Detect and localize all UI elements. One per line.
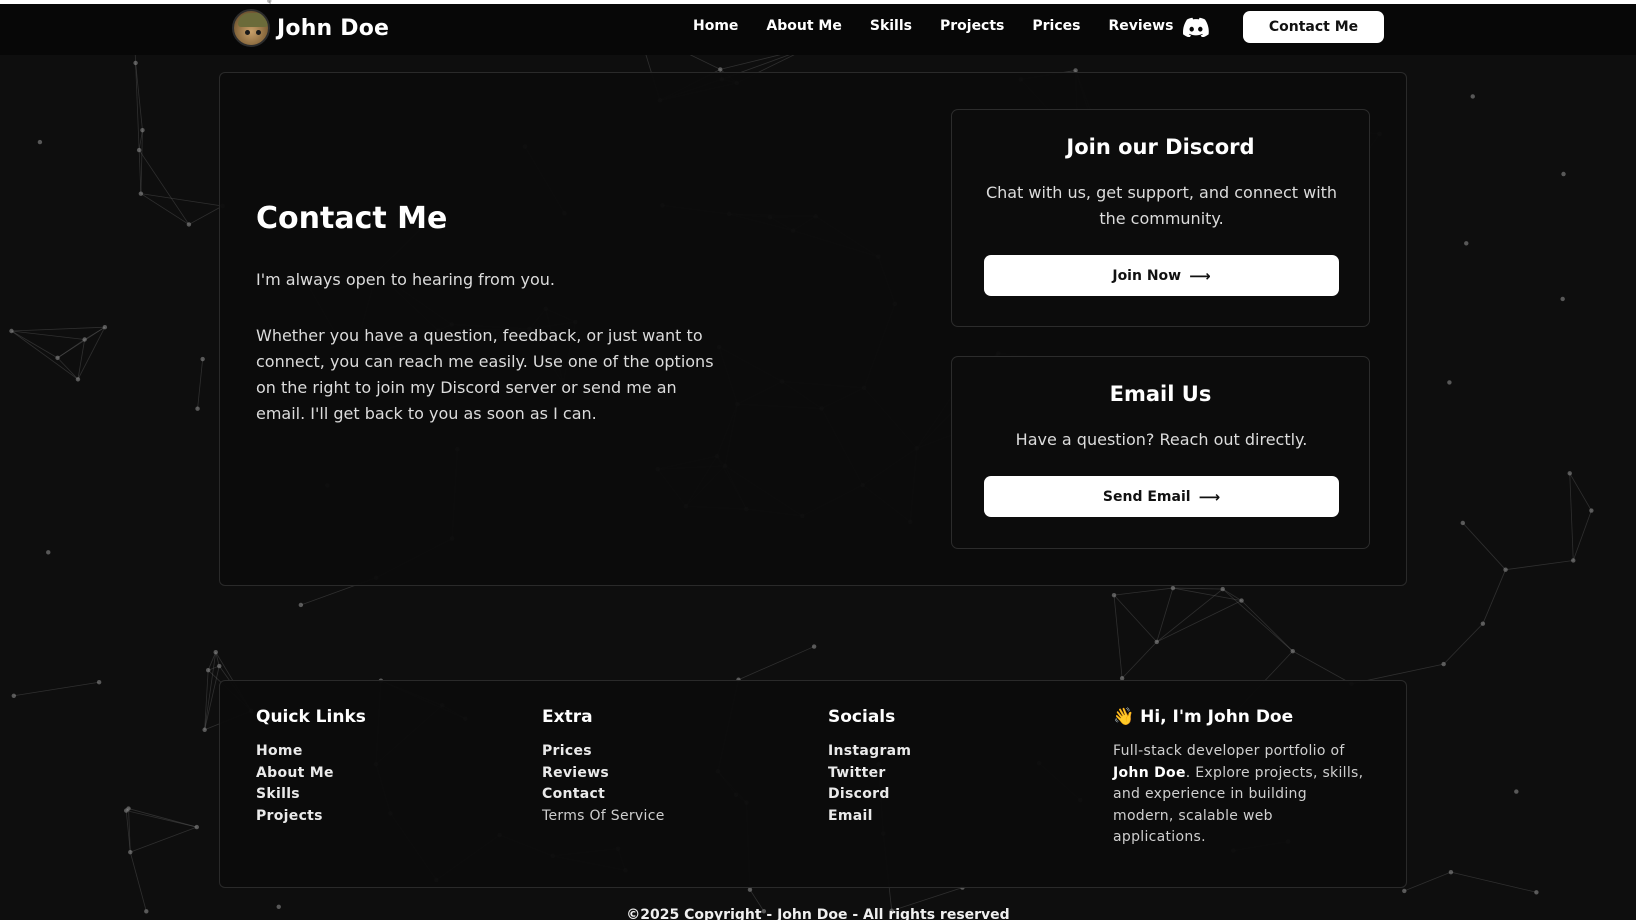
footer-about-heading: 👋 Hi, I'm John Doe [1113, 707, 1365, 727]
join-now-label: Join Now [1112, 267, 1182, 284]
footer-link-terms[interactable]: Terms Of Service [542, 806, 665, 828]
send-email-button[interactable]: Send Email ⟶ [984, 476, 1339, 517]
nav-link-projects[interactable]: Projects [940, 18, 1004, 34]
footer-link-projects[interactable]: Projects [256, 806, 366, 828]
contact-body: Whether you have a question, feedback, o… [256, 326, 714, 423]
discord-card-description: Chat with us, get support, and connect w… [985, 183, 1338, 228]
footer-link-contact[interactable]: Contact [542, 784, 665, 806]
footer-link-instagram[interactable]: Instagram [828, 741, 911, 763]
footer-about: 👋 Hi, I'm John Doe Full-stack developer … [1113, 707, 1365, 849]
footer-link-prices[interactable]: Prices [542, 741, 665, 763]
footer-link-home[interactable]: Home [256, 741, 366, 763]
contact-intro: I'm always open to hearing from you. [256, 270, 555, 289]
footer-link-email[interactable]: Email [828, 806, 911, 828]
footer-quick-links: Quick Links Home About Me Skills Project… [256, 707, 366, 827]
discord-card-title: Join our Discord [1066, 135, 1255, 159]
email-card: Email Us Have a question? Reach out dire… [951, 356, 1370, 549]
brand-name: John Doe [277, 15, 390, 41]
email-card-description: Have a question? Reach out directly. [1015, 430, 1308, 449]
footer-link-skills[interactable]: Skills [256, 784, 366, 806]
navbar: John Doe Home About Me Skills Projects P… [0, 4, 1636, 55]
nav-link-home[interactable]: Home [693, 18, 738, 34]
footer-extra: Extra Prices Reviews Contact Terms Of Se… [542, 707, 665, 827]
footer-link-twitter[interactable]: Twitter [828, 763, 911, 785]
arrow-right-icon: ⟶ [1189, 266, 1211, 285]
footer-heading: Socials [828, 707, 896, 727]
footer-link-reviews[interactable]: Reviews [542, 763, 665, 785]
footer-about-text: Full-stack developer portfolio of John D… [1113, 743, 1364, 845]
footer-link-about-me[interactable]: About Me [256, 763, 366, 785]
arrow-right-icon: ⟶ [1198, 487, 1221, 506]
join-now-button[interactable]: Join Now ⟶ [984, 255, 1339, 296]
footer-about-title: Hi, I'm John Doe [1140, 707, 1294, 727]
send-email-label: Send Email [1102, 488, 1191, 505]
waving-hand-icon: 👋 [1113, 707, 1135, 727]
cat-avatar-icon [232, 9, 270, 47]
footer-socials: Socials Instagram Twitter Discord Email [828, 707, 911, 827]
email-card-title: Email Us [1109, 382, 1212, 406]
nav-link-prices[interactable]: Prices [1032, 18, 1080, 34]
copyright: ©2025 Copyright - John Doe - All rights … [626, 907, 1010, 920]
nav-links: Home About Me Skills Projects Prices Rev… [693, 4, 1201, 48]
contact-title: Contact Me [256, 201, 448, 236]
discord-card: Join our Discord Chat with us, get suppo… [951, 109, 1370, 327]
nav-link-reviews[interactable]: Reviews [1108, 18, 1173, 34]
nav-link-about-me[interactable]: About Me [766, 18, 841, 34]
discord-icon[interactable] [1183, 17, 1209, 37]
brand[interactable]: John Doe [232, 8, 389, 48]
contact-me-button[interactable]: Contact Me [1243, 11, 1384, 43]
nav-link-skills[interactable]: Skills [870, 18, 912, 34]
footer-heading: Quick Links [256, 707, 366, 727]
contact-section: Contact Me I'm always open to hearing fr… [219, 72, 1407, 586]
footer: Quick Links Home About Me Skills Project… [219, 680, 1407, 888]
footer-heading: Extra [542, 707, 593, 727]
footer-link-discord[interactable]: Discord [828, 784, 911, 806]
